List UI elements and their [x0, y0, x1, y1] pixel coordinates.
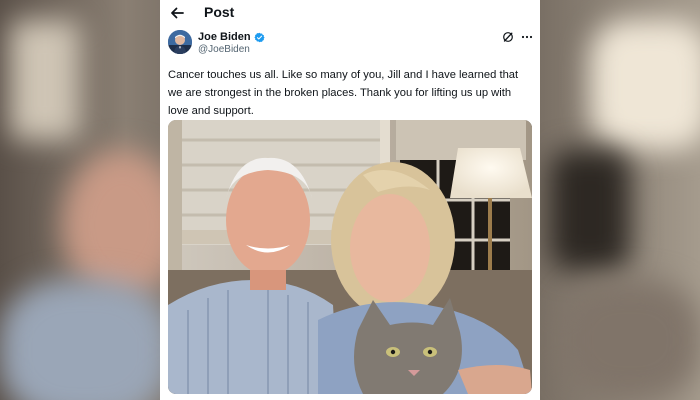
- page-title: Post: [204, 4, 235, 20]
- post-panel: Post Joe Biden @JoeBiden Cancer touches …: [160, 0, 540, 400]
- blurred-window: [10, 20, 80, 140]
- photo-couple-with-cat: [168, 120, 532, 394]
- post-photo[interactable]: [168, 120, 532, 394]
- verified-badge-icon: [253, 32, 265, 42]
- more-horizontal-icon[interactable]: [521, 33, 533, 41]
- author-name[interactable]: Joe Biden: [198, 31, 251, 43]
- arrow-left-icon[interactable]: [168, 4, 186, 22]
- blurred-shirt: [0, 280, 170, 400]
- avatar-image: [168, 30, 192, 54]
- blurred-window-right: [550, 150, 630, 270]
- blurred-lamp: [590, 20, 700, 150]
- grok-icon[interactable]: [502, 31, 514, 43]
- blurred-cat: [560, 280, 700, 400]
- author-handle[interactable]: @JoeBiden: [198, 44, 250, 55]
- avatar[interactable]: [168, 30, 192, 54]
- post-text: Cancer touches us all. Like so many of y…: [168, 69, 519, 117]
- top-bar: Post: [160, 0, 540, 26]
- author-name-row: Joe Biden: [198, 31, 265, 43]
